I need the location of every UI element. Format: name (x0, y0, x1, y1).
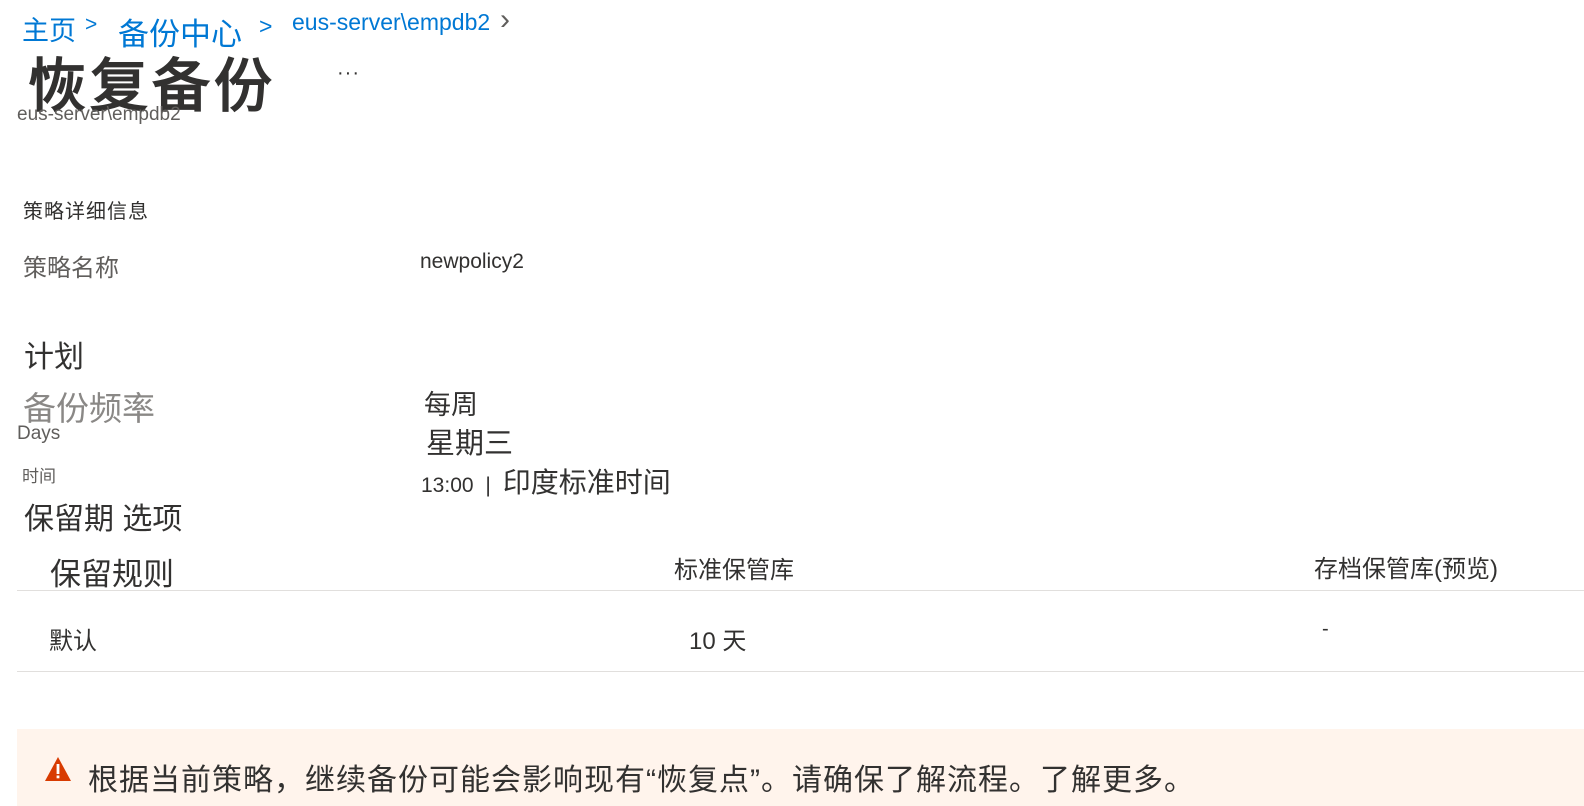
warning-triangle-icon (45, 757, 71, 781)
time-value: 13:00 | 印度标准时间 (421, 461, 671, 501)
timezone-text: 印度标准时间 (502, 467, 671, 498)
retention-heading: 保留期 选项 (24, 503, 183, 536)
breadcrumb-home-link[interactable]: 主页 (22, 9, 76, 48)
column-header-archive-vault: 存档保管库(预览) (1314, 556, 1498, 583)
breadcrumb-separator: > (85, 13, 98, 36)
schedule-heading: 计划 (24, 341, 84, 374)
days-value: 星期三 (426, 428, 514, 460)
learn-more-link[interactable]: 了解更多。 (1040, 764, 1195, 797)
breadcrumb-separator: > (259, 13, 273, 39)
time-text: 13:00 (421, 474, 474, 497)
breadcrumb-item-link[interactable]: eus-server\empdb2 (292, 9, 490, 36)
warning-message: 根据当前策略，继续备份可能会影响现有“恢复点”。请确保了解流程。了解更多。 (88, 755, 1195, 799)
policy-name-value: newpolicy2 (420, 250, 524, 273)
page-subtitle: eus-server\empdb2 (17, 104, 181, 125)
days-label: Days (17, 423, 61, 444)
breadcrumb-backup-center-link[interactable]: 备份中心 (118, 9, 242, 54)
cell-standard-vault: 10 天 (689, 628, 747, 655)
warning-text: 根据当前策略，继续备份可能会影响现有“恢复点”。请确保了解流程。 (88, 764, 1040, 797)
chevron-right-icon: › (500, 3, 510, 36)
policy-details-heading: 策略详细信息 (23, 201, 149, 223)
table-divider (17, 671, 1584, 672)
time-label: 时间 (22, 467, 56, 486)
time-separator: | (485, 474, 491, 497)
column-header-standard-vault: 标准保管库 (674, 557, 794, 584)
table-divider (17, 590, 1584, 591)
backup-frequency-value: 每周 (424, 390, 478, 420)
cell-archive-vault: - (1322, 618, 1329, 640)
warning-banner: 根据当前策略，继续备份可能会影响现有“恢复点”。请确保了解流程。了解更多。 (17, 729, 1584, 806)
policy-name-label: 策略名称 (23, 255, 119, 282)
more-options-button[interactable]: ··· (337, 62, 360, 85)
column-header-retention-rule: 保留规则 (50, 557, 174, 592)
cell-retention-rule: 默认 (49, 628, 97, 655)
